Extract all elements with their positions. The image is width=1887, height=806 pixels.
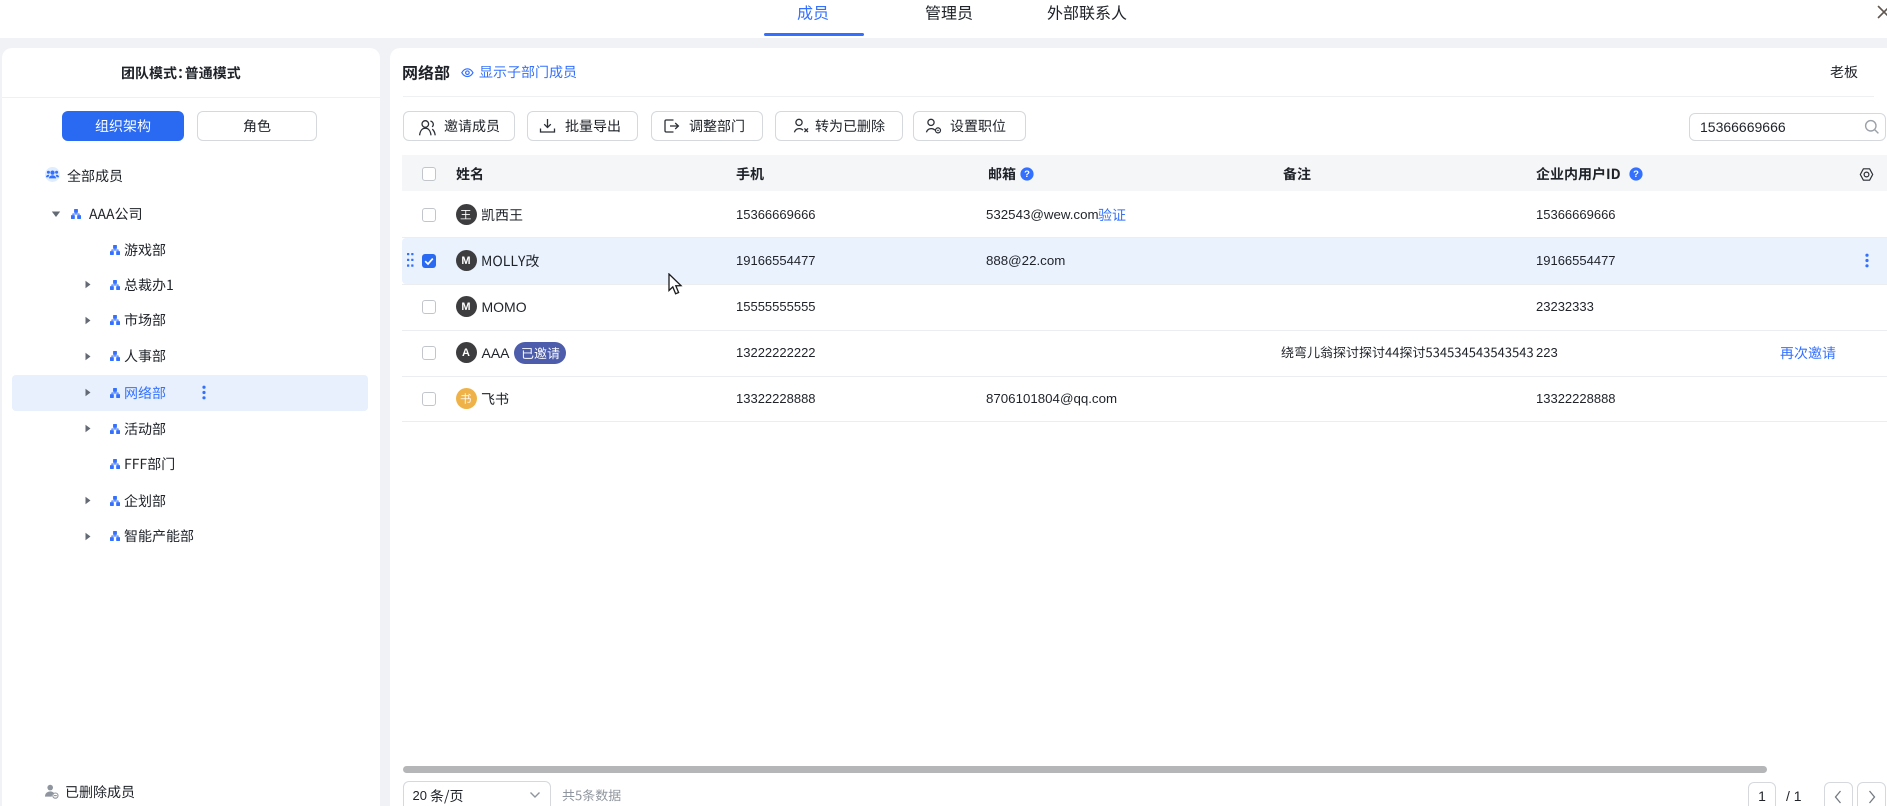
svg-text:?: ? [1024, 169, 1030, 180]
svg-text:?: ? [1633, 169, 1639, 180]
